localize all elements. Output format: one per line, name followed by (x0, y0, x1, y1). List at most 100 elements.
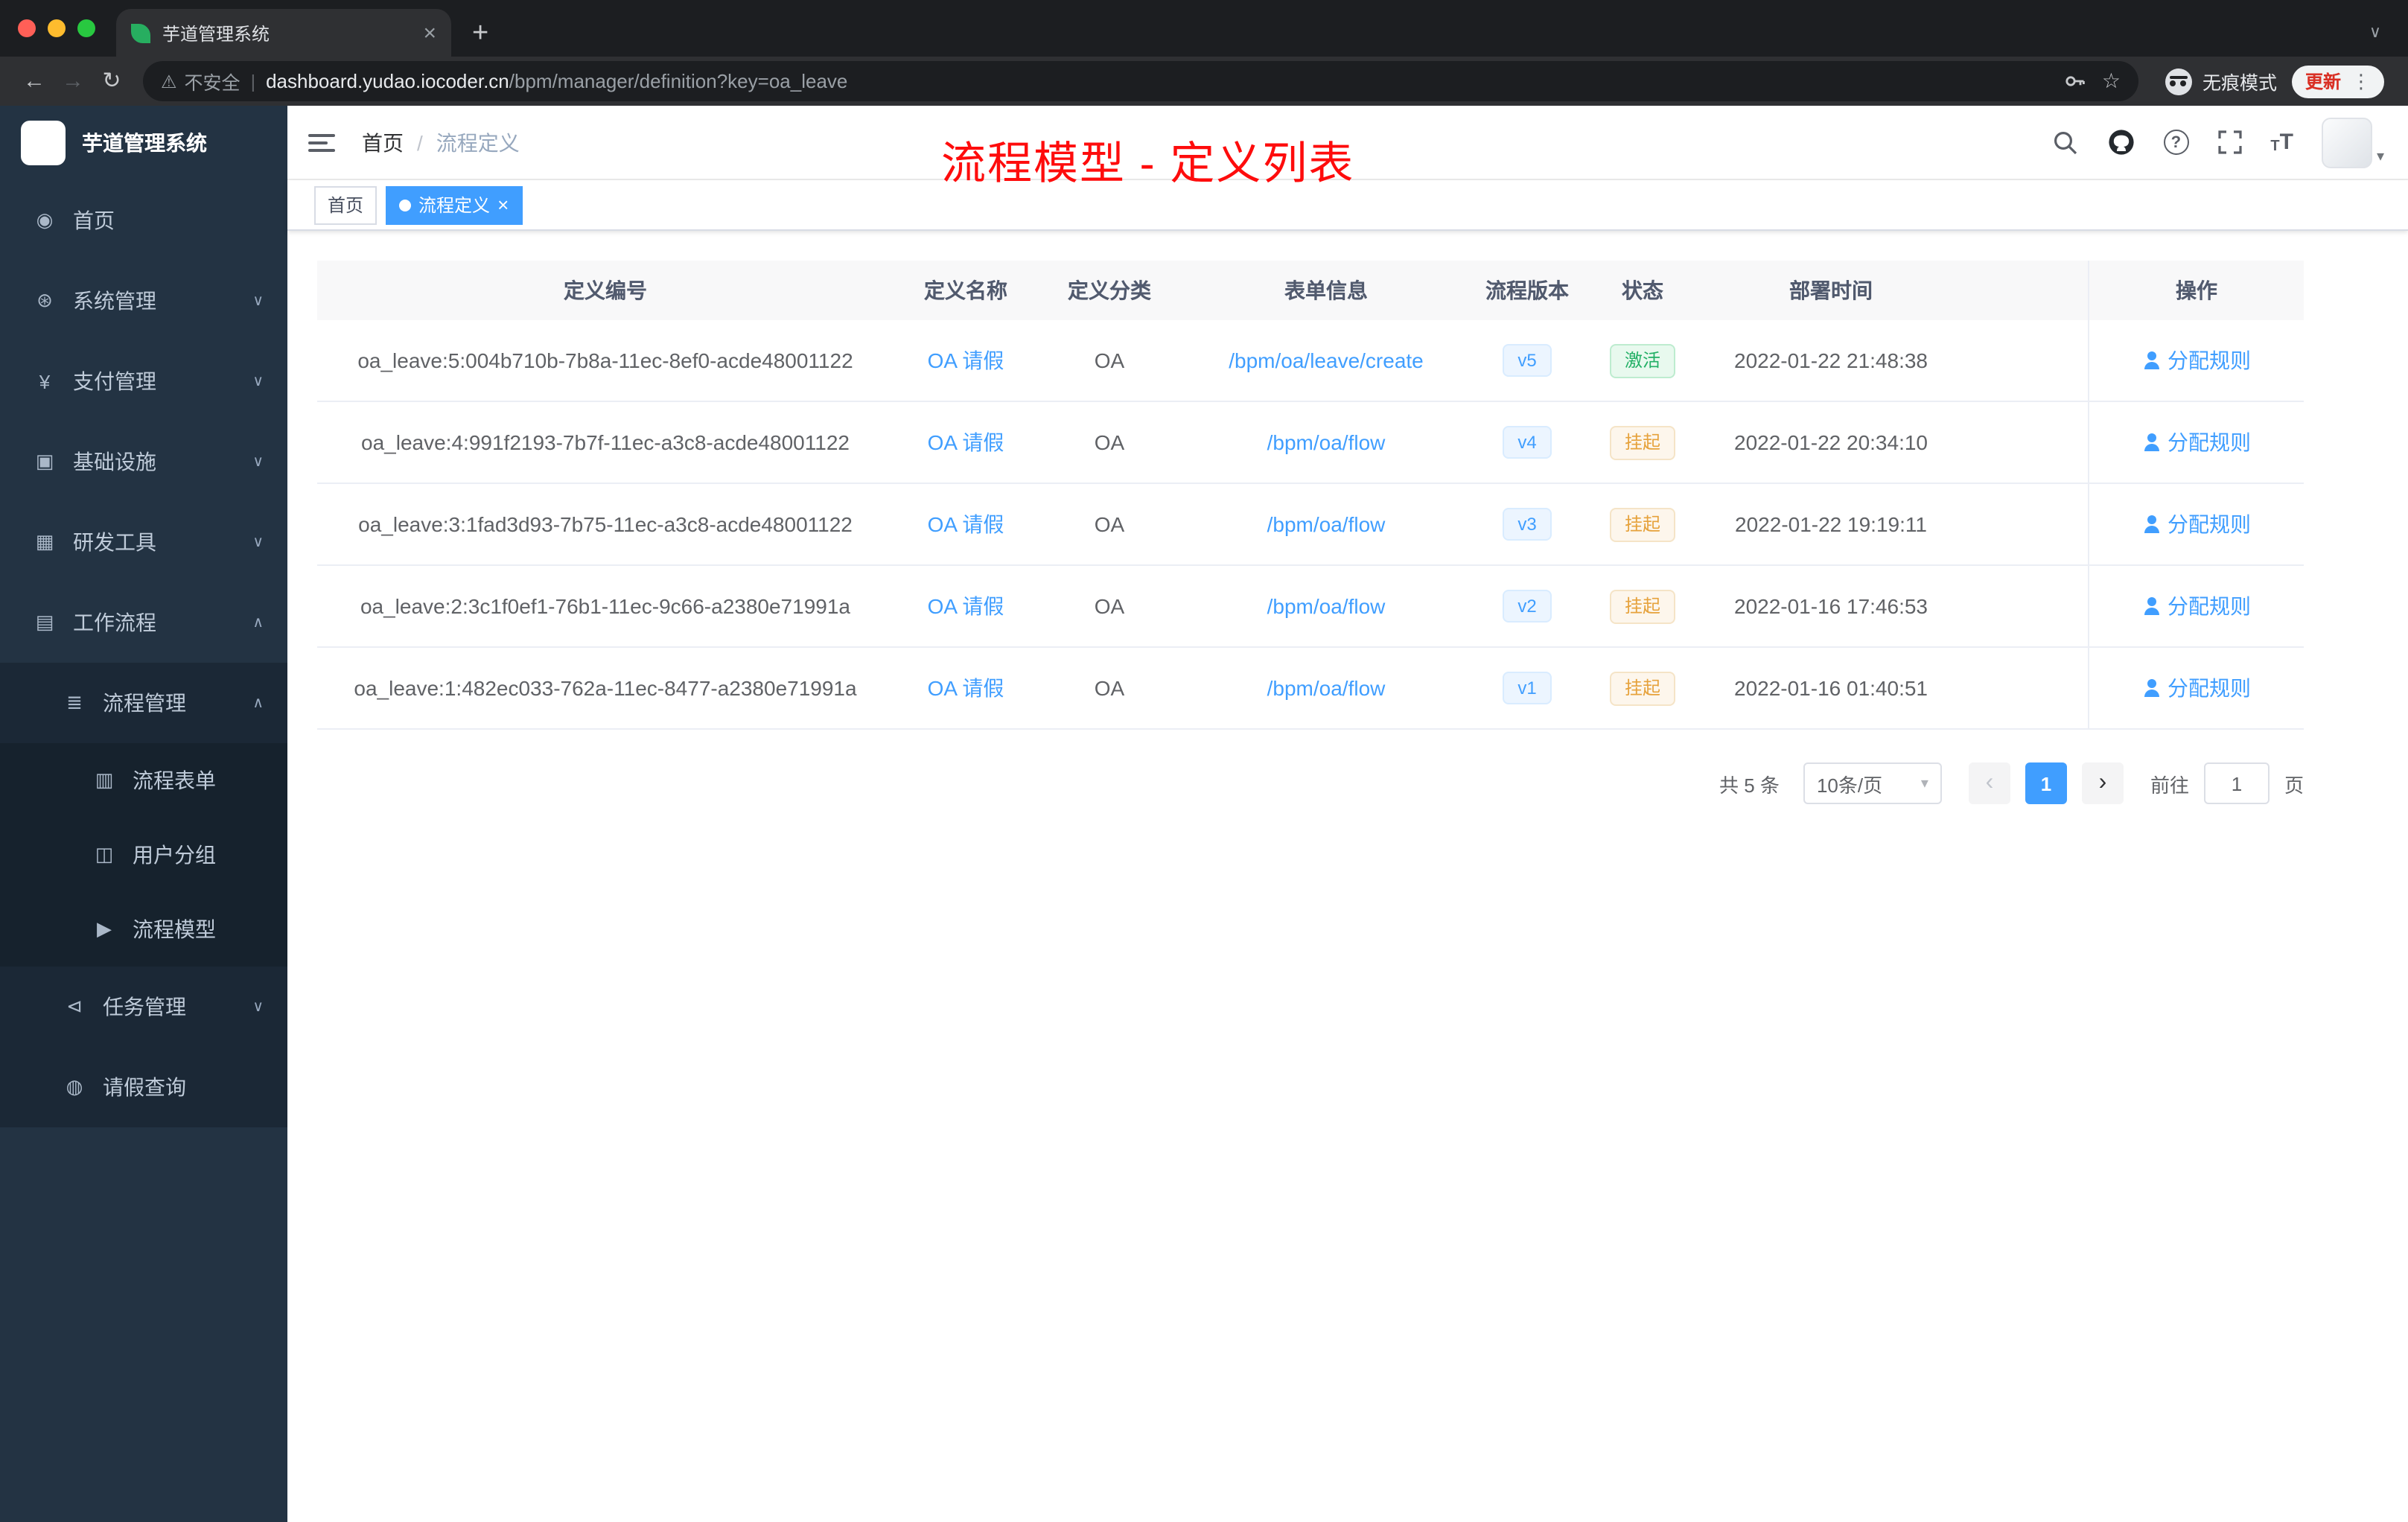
assign-rule-link[interactable]: 分配规则 (2142, 509, 2251, 539)
security-label[interactable]: 不安全 (185, 67, 241, 95)
search-icon[interactable] (2051, 129, 2078, 156)
sidebar-item-task-management[interactable]: ⊲ 任务管理 ∨ (0, 967, 287, 1047)
page-number-button[interactable]: 1 (2025, 762, 2067, 804)
assign-rule-link[interactable]: 分配规则 (2142, 427, 2251, 457)
hamburger-icon[interactable] (308, 133, 335, 151)
browser-menu-icon[interactable]: ⋮ (2351, 71, 2371, 91)
browser-tabstrip: 芋道管理系统 × + ∨ (0, 0, 2408, 57)
sidebar-item-process-management[interactable]: ≣ 流程管理 ∧ (0, 663, 287, 743)
filler-cell (1960, 320, 2088, 401)
form-link[interactable]: /bpm/oa/flow (1267, 430, 1386, 454)
tab-close-icon[interactable]: × (423, 22, 436, 44)
column-header-form: 表单信息 (1284, 278, 1368, 302)
version-tag: v2 (1503, 590, 1552, 623)
update-label: 更新 (2305, 71, 2341, 92)
fullscreen-icon[interactable] (2217, 130, 2242, 155)
status-cell: 激活 (1583, 320, 1702, 401)
form-link[interactable]: /bpm/oa/flow (1267, 676, 1386, 700)
version-tag: v4 (1503, 426, 1552, 459)
form-link[interactable]: /bpm/oa/leave/create (1229, 348, 1424, 372)
column-filler (1960, 261, 2088, 320)
logo-title: 芋道管理系统 (82, 131, 207, 155)
usergroup-icon: ◫ (95, 843, 114, 865)
sidebar-item-infrastructure[interactable]: ▣ 基础设施 ∨ (0, 421, 287, 502)
sidebar-item-leave-query[interactable]: ◍ 请假查询 (0, 1047, 287, 1127)
sidebar-item-label: 系统管理 (73, 289, 156, 313)
back-button[interactable]: ← (15, 70, 54, 92)
column-header-deploy_time: 部署时间 (1789, 278, 1873, 302)
status-cell: 挂起 (1583, 484, 1702, 564)
sidebar-item-process-model[interactable]: ▶ 流程模型 (0, 892, 287, 967)
column-header-status: 状态 (1622, 278, 1663, 302)
close-window-button[interactable] (18, 19, 36, 37)
sidebar-logo[interactable]: 芋道管理系统 (0, 106, 287, 180)
user-icon: ◍ (66, 1075, 83, 1098)
sidebar-item-label: 研发工具 (73, 530, 156, 554)
definition-name-link[interactable]: OA 请假 (928, 427, 1004, 457)
chevron-up-icon: ∧ (252, 695, 264, 711)
definition-name-cell: OA 请假 (894, 566, 1038, 646)
sidebar-item-dev-tools[interactable]: ▦ 研发工具 ∨ (0, 502, 287, 582)
font-size-icon[interactable]: TT (2270, 130, 2293, 155)
definition-name-link[interactable]: OA 请假 (928, 346, 1004, 375)
update-button[interactable]: 更新 ⋮ (2291, 65, 2384, 98)
definition-name-link[interactable]: OA 请假 (928, 591, 1004, 621)
user-menu[interactable]: ▾ (2321, 117, 2384, 168)
definition-name-cell: OA 请假 (894, 648, 1038, 728)
key-icon[interactable] (2065, 70, 2087, 92)
user-icon (2142, 679, 2160, 697)
yen-icon: ¥ (39, 370, 51, 392)
form-link[interactable]: /bpm/oa/flow (1267, 594, 1386, 618)
deploy-time-cell: 2022-01-22 21:48:38 (1734, 348, 1928, 372)
breadcrumb-home[interactable]: 首页 (362, 127, 404, 157)
sidebar-item-label: 流程模型 (133, 917, 216, 941)
filler-cell (1960, 402, 2088, 483)
tag-label: 首页 (328, 195, 364, 216)
version-cell: v2 (1471, 566, 1583, 646)
form-info-cell: /bpm/oa/leave/create (1181, 320, 1471, 401)
sidebar-item-payment-management[interactable]: ¥ 支付管理 ∨ (0, 341, 287, 421)
tag-process-definition[interactable]: 流程定义 × (386, 185, 523, 224)
forward-button[interactable]: → (54, 70, 92, 92)
assign-rule-label: 分配规则 (2167, 348, 2251, 372)
browser-tab[interactable]: 芋道管理系统 × (116, 9, 451, 57)
column-header-id: 定义编号 (564, 278, 647, 302)
address-bar[interactable]: ⚠ 不安全 | dashboard.yudao.iocoder.cn/bpm/m… (143, 61, 2138, 101)
form-link[interactable]: /bpm/oa/flow (1267, 512, 1386, 536)
sidebar-item-user-group[interactable]: ◫ 用户分组 (0, 818, 287, 892)
definition-name-cell: OA 请假 (894, 402, 1038, 483)
definition-name-link[interactable]: OA 请假 (928, 509, 1004, 539)
reload-button[interactable]: ↻ (92, 70, 131, 92)
page-suffix: 页 (2284, 774, 2304, 796)
deploy-time-cell: 2022-01-16 01:40:51 (1734, 676, 1928, 700)
column-header-name: 定义名称 (924, 278, 1007, 302)
avatar[interactable] (2321, 117, 2372, 168)
definition-id-cell: oa_leave:4:991f2193-7b7f-11ec-a3c8-acde4… (361, 430, 850, 454)
assign-rule-link[interactable]: 分配规则 (2142, 346, 2251, 375)
tab-search-chevron-icon[interactable]: ∨ (2369, 25, 2381, 42)
minimize-window-button[interactable] (48, 19, 66, 37)
filler-cell (1960, 648, 2088, 728)
zoom-window-button[interactable] (77, 19, 95, 37)
page-size-select[interactable]: 10条/页 ▾ (1803, 762, 1942, 804)
version-tag: v3 (1503, 508, 1552, 541)
next-page-button[interactable]: › (2081, 762, 2124, 804)
tag-close-icon[interactable]: × (497, 195, 509, 214)
prev-page-button[interactable]: ‹ (1968, 762, 2010, 804)
tag-home[interactable]: 首页 (314, 185, 378, 224)
list-icon: ≣ (66, 691, 83, 713)
sidebar-item-workflow[interactable]: ▤ 工作流程 ∧ (0, 582, 287, 663)
assign-rule-link[interactable]: 分配规则 (2142, 673, 2251, 703)
browser-toolbar: ← → ↻ ⚠ 不安全 | dashboard.yudao.iocoder.cn… (0, 57, 2408, 106)
definition-name-link[interactable]: OA 请假 (928, 673, 1004, 703)
assign-rule-link[interactable]: 分配规则 (2142, 591, 2251, 621)
sidebar-item-system-management[interactable]: ⊛ 系统管理 ∨ (0, 261, 287, 341)
goto-page-input[interactable] (2203, 762, 2270, 804)
github-icon[interactable] (2106, 128, 2135, 156)
sidebar-item-process-form[interactable]: ▥ 流程表单 (0, 743, 287, 818)
bookmark-star-icon[interactable]: ☆ (2102, 69, 2121, 94)
new-tab-button[interactable]: + (472, 19, 488, 48)
warning-icon: ⚠ (161, 71, 177, 92)
sidebar-item-home[interactable]: ◉ 首页 (0, 180, 287, 261)
help-icon[interactable]: ? (2163, 130, 2189, 155)
